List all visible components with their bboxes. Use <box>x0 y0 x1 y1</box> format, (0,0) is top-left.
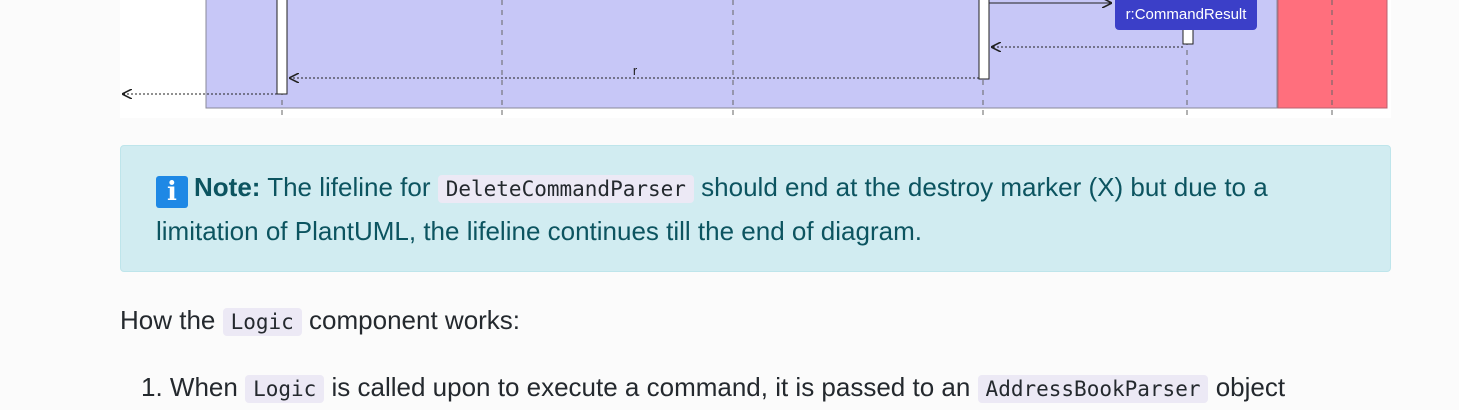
step-text-after: object <box>1208 372 1286 402</box>
info-icon: i <box>156 176 188 208</box>
logic-intro-paragraph: How the Logic component works: <box>120 300 520 342</box>
return-label: r <box>633 63 638 78</box>
note-label: Note: <box>194 172 261 202</box>
activation-bar-4 <box>978 0 990 80</box>
intro-text-before: How the <box>120 305 223 335</box>
step-code-logic: Logic <box>245 375 325 403</box>
sequence-diagram: r:CommandResult r <box>120 0 1391 118</box>
list-item: 1. When Logic is called upon to execute … <box>141 367 1285 409</box>
intro-code: Logic <box>222 308 302 336</box>
note-callout: i Note: The lifeline for DeleteCommandPar… <box>120 145 1391 272</box>
step-text-middle: is called upon to execute a command, it … <box>324 372 978 402</box>
participant-box-label: r:CommandResult <box>1126 6 1248 23</box>
activation-bar-1 <box>276 0 288 95</box>
note-text-before: The lifeline for <box>260 172 438 202</box>
activation-bar-5 <box>1182 27 1194 45</box>
step-code-parser: AddressBookParser <box>977 375 1209 403</box>
sequence-diagram-svg: r:CommandResult r <box>122 0 1388 118</box>
intro-text-after: component works: <box>301 305 521 335</box>
note-code: DeleteCommandParser <box>437 175 694 203</box>
step-text-before: When <box>162 372 246 402</box>
list-number: 1. <box>141 372 163 402</box>
